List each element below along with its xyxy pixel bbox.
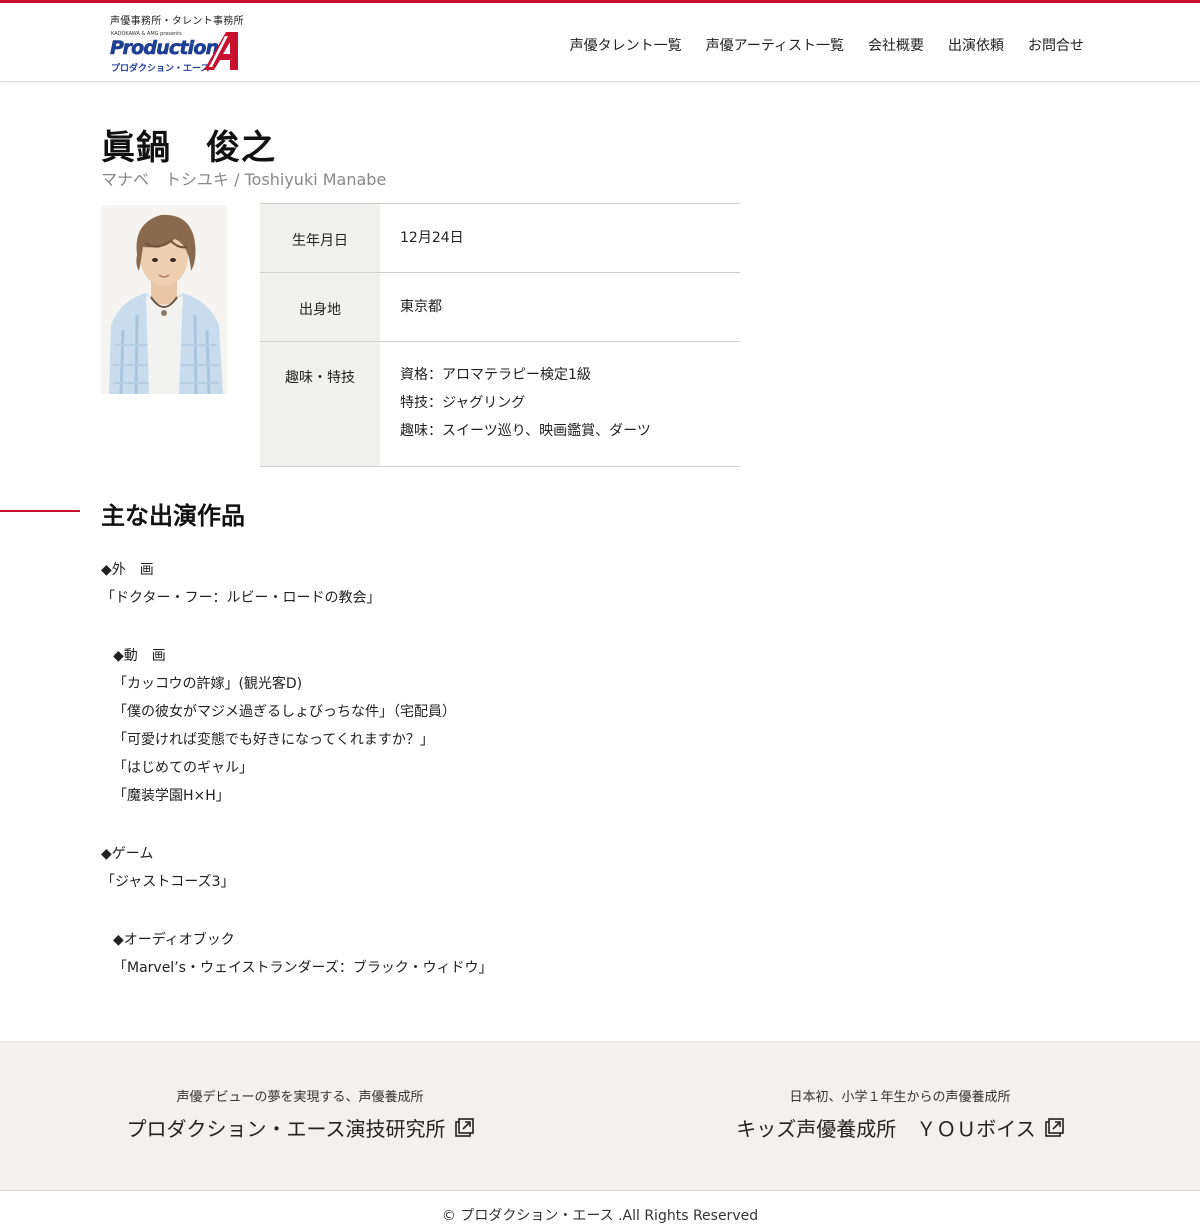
logo-kana: プロダクション・エース bbox=[111, 64, 210, 74]
nav-company[interactable]: 会社概要 bbox=[868, 35, 924, 55]
logo-tagline: 声優事務所・タレント事務所 bbox=[110, 16, 244, 27]
profile-value-line: 東京都 bbox=[400, 299, 442, 315]
profile-value: 資格：アロマテラピー検定1級 特技：ジャグリング 趣味：スイーツ巡り、映画鑑賞、… bbox=[380, 341, 740, 467]
footer-kids-label: キッズ声優養成所 ＹＯＵボイス bbox=[736, 1117, 1036, 1141]
talent-photo bbox=[101, 205, 227, 394]
nav-booking[interactable]: 出演依頼 bbox=[948, 35, 1004, 55]
works-item: 「可愛ければ変態でも好きになってくれますか？」 bbox=[113, 732, 434, 748]
main-nav: 声優タレント一覧 声優アーティスト一覧 会社概要 出演依頼 お問合せ bbox=[570, 35, 1084, 55]
external-link-icon bbox=[1044, 1117, 1064, 1137]
nav-artist-list[interactable]: 声優アーティスト一覧 bbox=[706, 35, 844, 55]
footer-col-academy: 声優デビューの夢を実現する、声優養成所 プロダクション・エース演技研究所 bbox=[100, 1086, 500, 1142]
talent-name: 眞鍋 俊之 bbox=[101, 128, 276, 168]
works-item: 「はじめてのギャル」 bbox=[113, 760, 253, 776]
works-heading-video: ◆動 画 bbox=[113, 648, 166, 664]
profile-value-line: 趣味：スイーツ巡り、映画鑑賞、ダーツ bbox=[400, 423, 651, 439]
footer-col-kids: 日本初、小学１年生からの声優養成所 キッズ声優養成所 ＹＯＵボイス bbox=[700, 1086, 1100, 1142]
nav-talent-list[interactable]: 声優タレント一覧 bbox=[570, 35, 682, 55]
profile-value-line: 12月24日 bbox=[400, 230, 464, 246]
external-link-icon bbox=[454, 1117, 474, 1137]
works-item: 「ジャストコーズ3」 bbox=[101, 874, 235, 890]
works-heading-movie: ◆外 画 bbox=[101, 562, 154, 578]
footer-academy-link[interactable]: プロダクション・エース演技研究所 bbox=[127, 1113, 474, 1142]
works-list: ◆外 画 「ドクター・フー：ルビー・ロードの教会」 ◆動 画 「カッコウの許嫁」… bbox=[101, 556, 493, 982]
works-heading-game: ◆ゲーム bbox=[101, 846, 154, 862]
profile-value-line: 特技：ジャグリング bbox=[400, 395, 526, 411]
profile-value-line: 資格：アロマテラピー検定1級 bbox=[400, 367, 591, 383]
logo-a-mark bbox=[204, 32, 238, 70]
section-accent-line bbox=[0, 510, 80, 512]
profile-row-birthday: 生年月日 12月24日 bbox=[260, 203, 740, 273]
profile-table: 生年月日 12月24日 出身地 東京都 趣味・特技 資格：アロマテラピー検定1級… bbox=[260, 203, 740, 467]
profile-label: 生年月日 bbox=[260, 203, 380, 273]
footer-academy-label: プロダクション・エース演技研究所 bbox=[126, 1117, 446, 1141]
copyright: © プロダクション・エース .All Rights Reserved bbox=[441, 1208, 759, 1224]
works-item: 「ドクター・フー：ルビー・ロードの教会」 bbox=[101, 590, 381, 606]
site-header: 声優事務所・タレント事務所 KADOKAWA & AMG presents Pr… bbox=[0, 0, 1200, 82]
site-footer: 声優デビューの夢を実現する、声優養成所 プロダクション・エース演技研究所 日本初… bbox=[0, 1041, 1200, 1191]
works-item: 「Marvel’s・ウェイストランダーズ：ブラック・ウィドウ」 bbox=[113, 960, 493, 976]
profile-label: 出身地 bbox=[260, 272, 380, 342]
profile-row-birthplace: 出身地 東京都 bbox=[260, 272, 740, 342]
logo-wordmark: Production bbox=[110, 37, 220, 60]
works-heading-audiobook: ◆オーディオブック bbox=[113, 932, 235, 948]
section-title: 主な出演作品 bbox=[101, 502, 245, 530]
footer-kids-sub: 日本初、小学１年生からの声優養成所 bbox=[789, 1090, 1011, 1105]
nav-contact[interactable]: お問合せ bbox=[1028, 35, 1084, 55]
profile-value: 12月24日 bbox=[380, 203, 740, 273]
profile-label: 趣味・特技 bbox=[260, 341, 380, 467]
profile-row-hobbies: 趣味・特技 資格：アロマテラピー検定1級 特技：ジャグリング 趣味：スイーツ巡り… bbox=[260, 341, 740, 467]
profile-value: 東京都 bbox=[380, 272, 740, 342]
works-item: 「僕の彼女がマジメ過ぎるしょびっちな件」（宅配員） bbox=[113, 704, 456, 720]
footer-academy-sub: 声優デビューの夢を実現する、声優養成所 bbox=[176, 1090, 424, 1105]
talent-name-reading: マナベ トシユキ / Toshiyuki Manabe bbox=[101, 170, 387, 189]
works-item: 「カッコウの許嫁」(観光客D) bbox=[113, 676, 303, 692]
site-logo[interactable]: 声優事務所・タレント事務所 KADOKAWA & AMG presents Pr… bbox=[110, 12, 250, 76]
works-item: 「魔装学園H×H」 bbox=[113, 788, 230, 804]
footer-kids-link[interactable]: キッズ声優養成所 ＹＯＵボイス bbox=[736, 1113, 1064, 1142]
